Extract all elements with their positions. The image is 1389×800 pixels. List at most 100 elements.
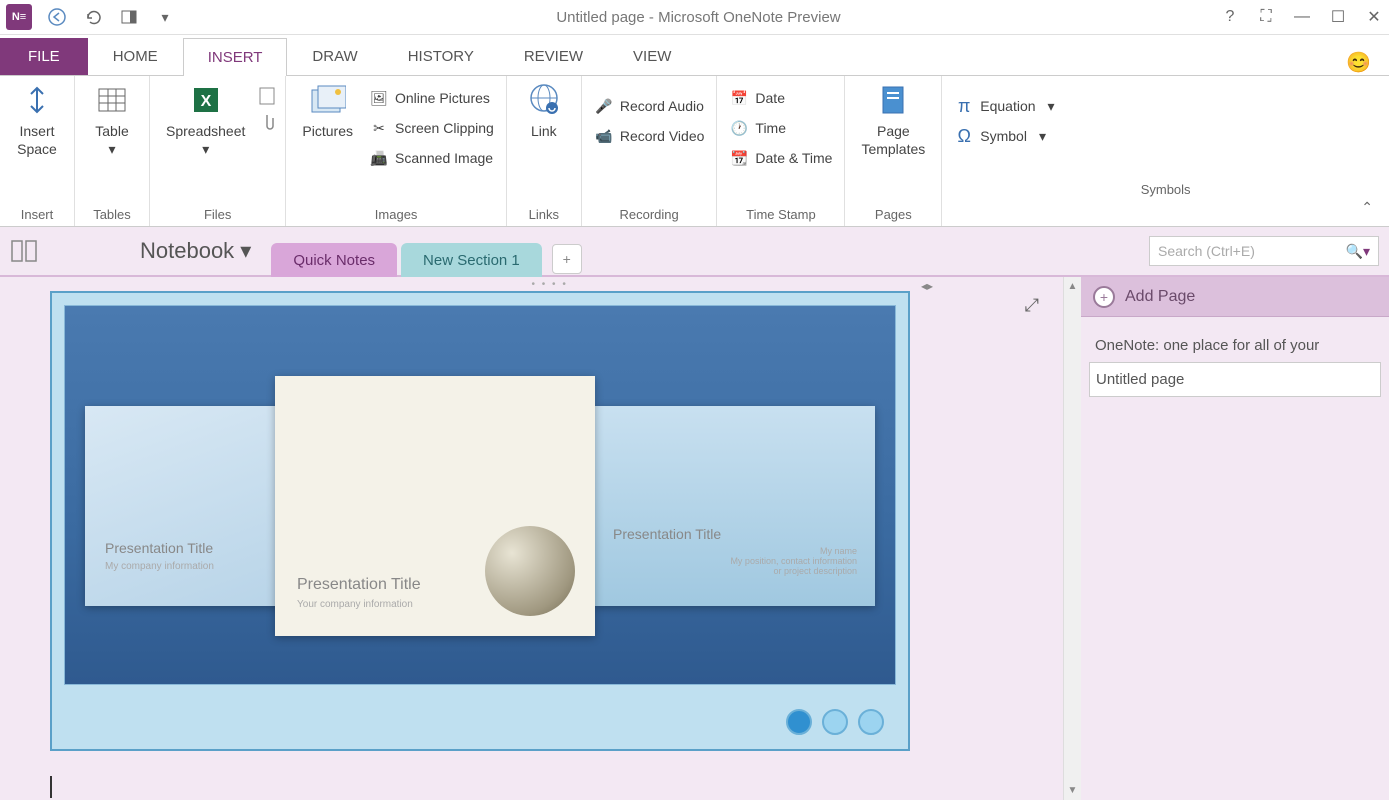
slide-thumbnail[interactable]: Presentation Title Your company informat… bbox=[275, 376, 595, 636]
carousel-dots bbox=[786, 709, 884, 735]
section-tab-new-section[interactable]: New Section 1 bbox=[401, 243, 542, 279]
slide-title: Presentation Title bbox=[105, 540, 213, 556]
time-button[interactable]: 🕐Time bbox=[725, 116, 836, 140]
omega-icon: Ω bbox=[954, 126, 974, 146]
dropdown-icon: ▾ bbox=[202, 140, 209, 158]
feedback-smiley-icon[interactable]: 😊 bbox=[1346, 50, 1371, 75]
plus-circle-icon: + bbox=[1093, 286, 1115, 308]
ribbon-display-icon[interactable]: ⛶ bbox=[1257, 8, 1275, 26]
carousel-dot[interactable] bbox=[858, 709, 884, 735]
page-templates-label: Page Templates bbox=[861, 122, 925, 158]
fullscreen-icon[interactable]: ⤢ bbox=[1025, 295, 1039, 316]
calendar-icon: 📅 bbox=[729, 88, 749, 108]
dropdown-icon: ▾ bbox=[1048, 98, 1055, 115]
ribbon-group-label: Recording bbox=[590, 203, 709, 224]
minimize-icon[interactable]: — bbox=[1293, 8, 1311, 26]
ribbon-group-label: Time Stamp bbox=[725, 203, 836, 224]
online-pictures-button[interactable]: 🖼Online Pictures bbox=[365, 86, 498, 110]
page-templates-button[interactable]: Page Templates bbox=[853, 80, 933, 160]
equation-button[interactable]: πEquation▾ bbox=[950, 94, 1058, 118]
record-video-button[interactable]: 📹Record Video bbox=[590, 124, 709, 148]
titlebar: N≡ ▾ Untitled page - Microsoft OneNote P… bbox=[0, 0, 1389, 35]
carousel-dot[interactable] bbox=[786, 709, 812, 735]
ribbon-group-timestamp: 📅Date 🕐Time 📆Date & Time Time Stamp bbox=[717, 76, 845, 226]
vertical-scrollbar[interactable]: ▲ ▼ bbox=[1063, 277, 1081, 800]
ribbon-group-files: X Spreadsheet ▾ Files bbox=[150, 76, 286, 226]
collapse-ribbon-icon[interactable]: ⌃ bbox=[1361, 199, 1373, 216]
add-section-button[interactable]: + bbox=[552, 244, 582, 274]
slide-subtitle: My name My position, contact information… bbox=[730, 546, 857, 576]
search-input[interactable]: Search (Ctrl+E) 🔍▾ bbox=[1149, 236, 1379, 266]
page-list-item[interactable]: OneNote: one place for all of your bbox=[1089, 329, 1381, 362]
table-icon bbox=[94, 82, 130, 118]
qat-more-icon[interactable]: ▾ bbox=[154, 6, 176, 28]
scanned-image-button[interactable]: 📠Scanned Image bbox=[365, 146, 498, 170]
file-attachment-icon[interactable] bbox=[257, 112, 277, 132]
ribbon-group-pages: Page Templates Pages bbox=[845, 76, 942, 226]
date-time-button[interactable]: 📆Date & Time bbox=[725, 146, 836, 170]
ribbon-group-links: Link Links bbox=[507, 76, 582, 226]
ribbon-group-label: Links bbox=[515, 203, 573, 224]
notebook-bar: Notebook ▾ Quick Notes New Section 1 + S… bbox=[0, 227, 1389, 277]
insert-space-button[interactable]: Insert Space bbox=[8, 80, 66, 160]
slideshow-widget: Presentation Title My company informatio… bbox=[64, 305, 896, 685]
pictures-button[interactable]: Pictures bbox=[294, 80, 361, 142]
scroll-up-icon[interactable]: ▲ bbox=[1068, 281, 1078, 292]
dock-icon[interactable] bbox=[118, 6, 140, 28]
table-button[interactable]: Table ▾ bbox=[83, 80, 141, 160]
slide-thumbnail[interactable]: Presentation Title My name My position, … bbox=[595, 406, 875, 606]
link-label: Link bbox=[531, 122, 557, 140]
resize-handle-icon[interactable]: ◂▸ bbox=[921, 279, 933, 293]
tab-history[interactable]: HISTORY bbox=[383, 37, 499, 75]
page-list-item[interactable]: Untitled page bbox=[1089, 362, 1381, 397]
note-canvas[interactable]: • • • • ◂▸ ⤢ Presentation Title My compa… bbox=[0, 277, 1063, 800]
symbol-button[interactable]: ΩSymbol▾ bbox=[950, 124, 1058, 148]
tab-view[interactable]: VIEW bbox=[608, 37, 696, 75]
link-globe-icon bbox=[526, 82, 562, 118]
carousel-dot[interactable] bbox=[822, 709, 848, 735]
dropdown-icon: ▾ bbox=[1039, 128, 1046, 145]
splitter-handle-icon[interactable]: • • • • bbox=[532, 279, 568, 290]
tab-review[interactable]: REVIEW bbox=[499, 37, 608, 75]
text-cursor bbox=[50, 776, 52, 798]
spreadsheet-label: Spreadsheet bbox=[166, 122, 245, 140]
close-icon[interactable]: ✕ bbox=[1365, 8, 1383, 26]
notebook-list-icon[interactable] bbox=[10, 238, 40, 264]
section-tab-quick-notes[interactable]: Quick Notes bbox=[271, 243, 397, 279]
record-audio-button[interactable]: 🎤Record Audio bbox=[590, 94, 709, 118]
date-button[interactable]: 📅Date bbox=[725, 86, 836, 110]
screen-clipping-button[interactable]: ✂Screen Clipping bbox=[365, 116, 498, 140]
link-button[interactable]: Link bbox=[515, 80, 573, 142]
embedded-content-frame[interactable]: Presentation Title My company informatio… bbox=[50, 291, 910, 751]
scroll-down-icon[interactable]: ▼ bbox=[1068, 785, 1078, 796]
file-printout-icon[interactable] bbox=[257, 86, 277, 106]
video-icon: 📹 bbox=[594, 126, 614, 146]
search-icon[interactable]: 🔍▾ bbox=[1346, 243, 1370, 260]
screen-clipping-icon: ✂ bbox=[369, 118, 389, 138]
undo-icon[interactable] bbox=[82, 6, 104, 28]
page-list-pane: + Add Page OneNote: one place for all of… bbox=[1081, 277, 1389, 800]
file-tab[interactable]: FILE bbox=[0, 38, 88, 75]
add-page-button[interactable]: + Add Page bbox=[1081, 277, 1389, 317]
tab-insert[interactable]: INSERT bbox=[183, 38, 288, 76]
calendar-clock-icon: 📆 bbox=[729, 148, 749, 168]
main-area: • • • • ◂▸ ⤢ Presentation Title My compa… bbox=[0, 277, 1389, 800]
microphone-icon: 🎤 bbox=[594, 96, 614, 116]
spreadsheet-icon: X bbox=[188, 82, 224, 118]
add-page-label: Add Page bbox=[1125, 288, 1195, 306]
slide-thumbnail[interactable]: Presentation Title My company informatio… bbox=[85, 406, 285, 606]
tab-draw[interactable]: DRAW bbox=[287, 37, 382, 75]
insert-space-icon bbox=[19, 82, 55, 118]
tab-home[interactable]: HOME bbox=[88, 37, 183, 75]
globe-graphic-icon bbox=[485, 526, 575, 616]
help-icon[interactable]: ? bbox=[1221, 8, 1239, 26]
ribbon-group-label: Files bbox=[158, 203, 277, 224]
window-controls: ? ⛶ — ☐ ✕ bbox=[1221, 8, 1383, 26]
notebook-dropdown[interactable]: Notebook ▾ bbox=[140, 238, 251, 264]
spreadsheet-button[interactable]: X Spreadsheet ▾ bbox=[158, 80, 253, 160]
maximize-icon[interactable]: ☐ bbox=[1329, 8, 1347, 26]
svg-text:X: X bbox=[200, 93, 211, 110]
window-title: Untitled page - Microsoft OneNote Previe… bbox=[176, 9, 1221, 26]
back-icon[interactable] bbox=[46, 6, 68, 28]
page-templates-icon bbox=[875, 82, 911, 118]
